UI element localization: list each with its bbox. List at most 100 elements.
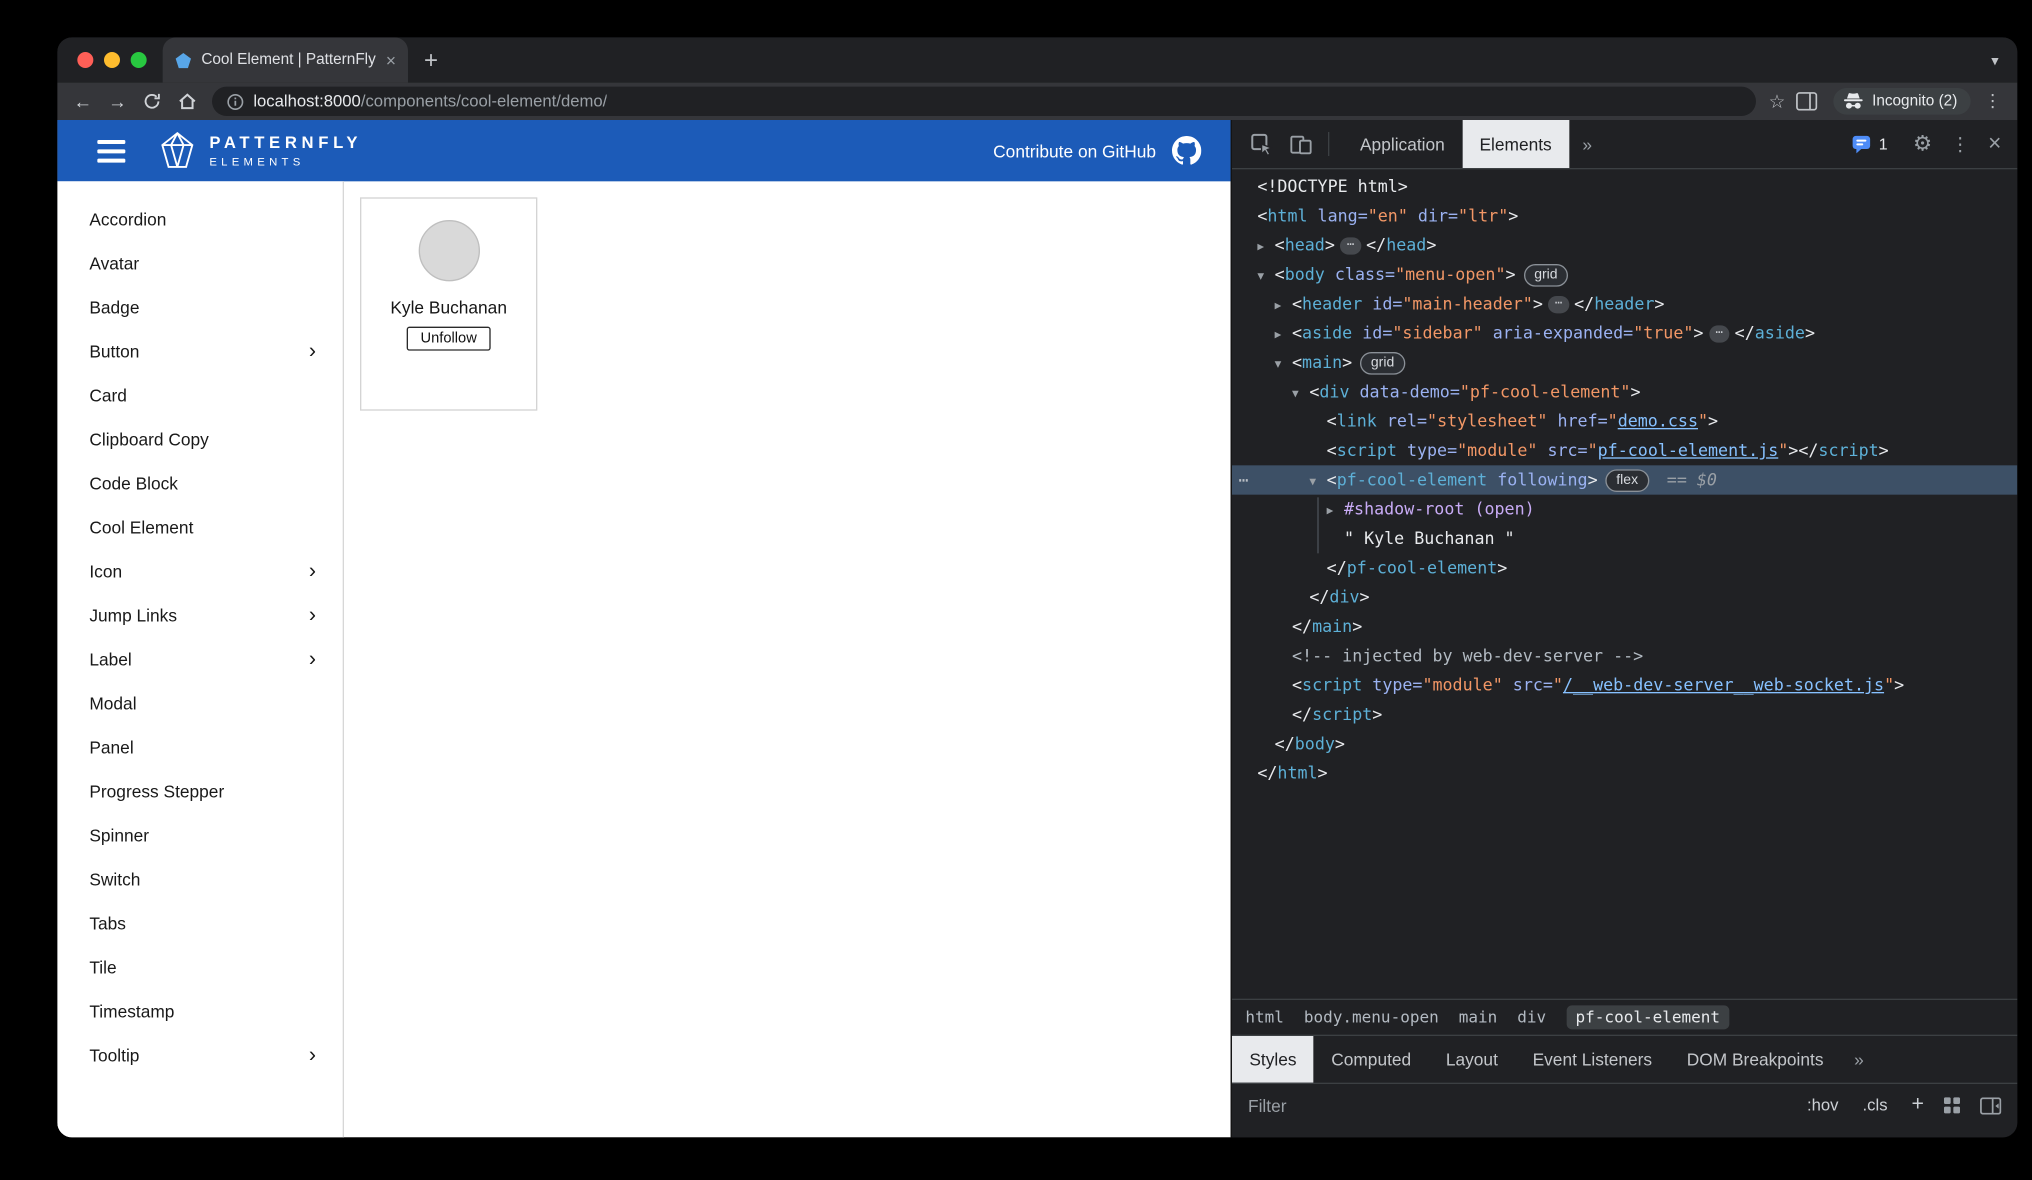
sidebar-item-button[interactable]: Button› [57, 329, 342, 373]
expand-icon[interactable]: ▸ [1327, 497, 1344, 526]
sidebar-item-label[interactable]: Label› [57, 637, 342, 681]
back-button[interactable]: ← [68, 91, 97, 112]
layout-badge[interactable]: grid [1524, 264, 1569, 287]
collapsed-content-icon[interactable]: ⋯ [1548, 296, 1569, 313]
zoom-window-button[interactable] [131, 52, 147, 68]
devtools-menu-icon[interactable]: ⋮ [1951, 133, 1970, 156]
styles-tab-layout[interactable]: Layout [1429, 1036, 1516, 1083]
dom-tree-row[interactable]: ▾<body class="menu-open">grid [1232, 260, 2017, 289]
sidebar-item-avatar[interactable]: Avatar [57, 241, 342, 285]
dom-tree-row[interactable]: <script type="module" src="/__web-dev-se… [1232, 671, 2017, 700]
bookmark-star-icon[interactable]: ☆ [1769, 90, 1786, 113]
filter-toggle--hov[interactable]: :hov [1807, 1096, 1839, 1115]
devtools-tab-application[interactable]: Application [1343, 120, 1462, 168]
browser-menu-icon[interactable]: ⋮ [1984, 91, 2001, 112]
dom-tree-row[interactable]: </body> [1232, 729, 2017, 758]
sidebar-item-icon[interactable]: Icon› [57, 549, 342, 593]
dom-tree-row[interactable]: ▸<head>⋯</head> [1232, 231, 2017, 260]
sidebar-item-switch[interactable]: Switch [57, 857, 342, 901]
github-icon[interactable] [1172, 136, 1201, 165]
collapsed-content-icon[interactable]: ⋯ [1340, 237, 1361, 254]
sidebar-item-spinner[interactable]: Spinner [57, 813, 342, 857]
more-actions-icon[interactable]: ⋯ [1239, 465, 1250, 494]
expand-icon[interactable]: ▸ [1275, 292, 1292, 321]
collapse-icon[interactable]: ▾ [1275, 351, 1292, 380]
styles-more-tabs-icon[interactable]: » [1841, 1049, 1877, 1069]
dom-tree-row[interactable]: </div> [1232, 583, 2017, 612]
collapse-icon[interactable]: ▾ [1309, 468, 1326, 497]
sidebar-item-panel[interactable]: Panel [57, 725, 342, 769]
dom-tree-row[interactable]: ▸<aside id="sidebar" aria-expanded="true… [1232, 319, 2017, 348]
issues-button[interactable]: 1 [1852, 134, 1888, 154]
unfollow-button[interactable]: Unfollow [407, 327, 490, 351]
sidebar-item-modal[interactable]: Modal [57, 681, 342, 725]
site-info-icon[interactable] [227, 93, 244, 110]
hamburger-menu-icon[interactable] [97, 139, 125, 162]
styles-tab-styles[interactable]: Styles [1232, 1036, 1314, 1083]
breadcrumb-item[interactable]: body.menu-open [1304, 1008, 1439, 1027]
collapse-icon[interactable]: ▾ [1257, 263, 1274, 292]
sidebar-item-tooltip[interactable]: Tooltip› [57, 1033, 342, 1077]
filter-input[interactable]: Filter [1248, 1095, 1783, 1115]
sidebar-item-code-block[interactable]: Code Block [57, 461, 342, 505]
side-panel-icon[interactable] [1796, 92, 1817, 111]
styles-tab-dom-breakpoints[interactable]: DOM Breakpoints [1669, 1036, 1840, 1083]
sidebar-item-badge[interactable]: Badge [57, 285, 342, 329]
settings-gear-icon[interactable]: ⚙ [1913, 131, 1932, 158]
breadcrumb-item[interactable]: main [1459, 1008, 1498, 1027]
contribute-link[interactable]: Contribute on GitHub [993, 141, 1156, 161]
minimize-window-button[interactable] [104, 52, 120, 68]
tab-search-chevron-icon[interactable]: ▾ [1991, 51, 1998, 68]
tab-close-icon[interactable]: × [386, 50, 396, 70]
more-panels-icon[interactable]: » [1569, 134, 1605, 154]
dom-tree-row[interactable]: " Kyle Buchanan " [1232, 524, 2017, 553]
dom-tree-row[interactable]: <!-- injected by web-dev-server --> [1232, 641, 2017, 670]
new-tab-button[interactable]: + [424, 48, 438, 72]
sidebar-item-tile[interactable]: Tile [57, 945, 342, 989]
patternfly-logo-icon[interactable] [157, 131, 197, 171]
filter-toggle--[interactable]: + [1912, 1093, 1924, 1117]
home-button[interactable] [172, 92, 201, 111]
collapse-icon[interactable]: ▾ [1292, 380, 1309, 409]
breadcrumb-item[interactable]: div [1517, 1008, 1546, 1027]
dom-tree-row[interactable]: ▾<div data-demo="pf-cool-element"> [1232, 377, 2017, 406]
styles-tab-event-listeners[interactable]: Event Listeners [1515, 1036, 1669, 1083]
styles-tab-computed[interactable]: Computed [1314, 1036, 1429, 1083]
dom-tree-row[interactable]: <link rel="stylesheet" href="demo.css"> [1232, 407, 2017, 436]
filter-toggle--cls[interactable]: .cls [1863, 1096, 1888, 1115]
sidebar-item-cool-element[interactable]: Cool Element [57, 505, 342, 549]
layers-icon[interactable] [1943, 1096, 1962, 1115]
expand-icon[interactable]: ▸ [1275, 321, 1292, 350]
sidebar-item-tabs[interactable]: Tabs [57, 901, 342, 945]
browser-tab[interactable]: Cool Element | PatternFly Elem × [163, 37, 408, 82]
inspect-element-icon[interactable] [1251, 133, 1274, 156]
dom-tree-row[interactable]: ▾<main>grid [1232, 348, 2017, 377]
address-bar[interactable]: localhost:8000/components/cool-element/d… [212, 87, 1755, 116]
expand-icon[interactable]: ▸ [1257, 233, 1274, 262]
sidebar-item-timestamp[interactable]: Timestamp [57, 989, 342, 1033]
breadcrumb-item[interactable]: pf-cool-element [1566, 1005, 1729, 1029]
computed-panel-toggle-icon[interactable] [1980, 1097, 2001, 1114]
dom-tree-row[interactable]: </main> [1232, 612, 2017, 641]
dom-tree-row[interactable]: <!DOCTYPE html> [1232, 172, 2017, 201]
close-window-button[interactable] [77, 52, 93, 68]
sidebar-item-card[interactable]: Card [57, 373, 342, 417]
sidebar-item-accordion[interactable]: Accordion [57, 197, 342, 241]
breadcrumb-item[interactable]: html [1245, 1008, 1284, 1027]
layout-badge[interactable]: grid [1360, 352, 1405, 375]
dom-tree-row[interactable]: </script> [1232, 700, 2017, 729]
sidebar-item-progress-stepper[interactable]: Progress Stepper [57, 769, 342, 813]
dom-tree-row[interactable]: ▸#shadow-root (open) [1232, 495, 2017, 524]
dom-tree-row[interactable]: </pf-cool-element> [1232, 553, 2017, 582]
device-toolbar-icon[interactable] [1289, 133, 1312, 156]
sidebar-item-clipboard-copy[interactable]: Clipboard Copy [57, 417, 342, 461]
forward-button[interactable]: → [103, 91, 132, 112]
devtools-tab-elements[interactable]: Elements [1462, 120, 1569, 168]
dom-tree-row[interactable]: ▸<header id="main-header">⋯</header> [1232, 289, 2017, 318]
dom-tree-row[interactable]: </html> [1232, 759, 2017, 788]
layout-badge[interactable]: flex [1606, 469, 1649, 492]
reload-button[interactable] [137, 92, 166, 111]
dom-tree-row[interactable]: ⋯▾<pf-cool-element following>flex == $0 [1232, 465, 2017, 494]
sidebar-item-jump-links[interactable]: Jump Links› [57, 593, 342, 637]
brand-name[interactable]: PATTERNFLY ELEMENTS [209, 133, 362, 168]
